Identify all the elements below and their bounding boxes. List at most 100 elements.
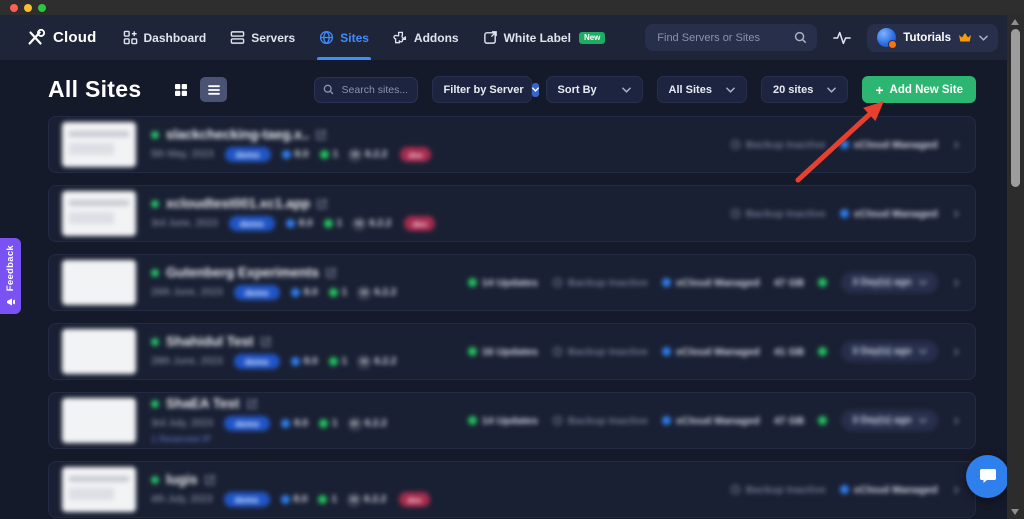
external-link-icon[interactable] [205,475,215,485]
tutorials-menu[interactable]: Tutorials [867,24,998,52]
list-view-button[interactable] [200,77,227,102]
site-name[interactable]: slackchecking-taeg.x.. [166,127,309,142]
wp-version-badge: W 6.2.2 [348,494,386,506]
health-dot [818,278,827,287]
chat-widget-button[interactable] [966,455,1009,498]
site-name[interactable]: lugis [166,472,198,487]
wp-version-badge: W 6.2.2 [358,356,396,368]
site-scope-dropdown[interactable]: All Sites [657,76,747,103]
managed-icon [662,416,671,425]
scroll-up-arrow[interactable] [1011,19,1019,25]
filter-dropdown-toggle [532,83,539,97]
site-row[interactable]: Gutenberg Experiments 26th June, 2023 de… [48,254,976,311]
user-avatar [877,28,896,47]
xcloud-logo[interactable]: Cloud [25,27,97,49]
sites-toolbar: All Sites Filter by Server Sort By All [0,60,1024,103]
updates-badge[interactable]: 14 Updates [468,277,538,289]
row-expand-chevron[interactable]: › [954,206,959,222]
row-expand-chevron[interactable]: › [954,344,959,360]
global-search-input[interactable] [655,31,788,45]
row-expand-chevron[interactable]: › [954,482,959,498]
global-search[interactable] [645,24,817,51]
last-activity-dropdown[interactable]: 3 Day(s) ago [841,272,937,293]
managed-badge: xCloud Managed [840,139,938,151]
scrollbar-thumb[interactable] [1011,29,1020,187]
row-expand-chevron[interactable]: › [954,413,959,429]
site-row[interactable]: ShaEA Test 3rd July, 2023 demo 8.0 1 [48,392,976,449]
updates-badge[interactable]: 16 Updates [468,346,538,358]
php-icon [286,219,295,228]
site-search-input[interactable] [340,83,409,97]
site-status-dot [151,200,159,208]
add-new-site-label: Add New Site [890,84,963,96]
scroll-down-arrow[interactable] [1011,509,1019,515]
external-link-icon[interactable] [247,399,257,409]
backup-icon [730,139,741,150]
managed-badge: xCloud Managed [840,484,938,496]
disk-usage: 47 GB [774,277,804,289]
nav-item-white-label[interactable]: White Label New [483,15,606,60]
env-badge[interactable]: demo [225,147,271,162]
page-size-dropdown[interactable]: 20 sites [761,76,848,103]
site-created-date: 26th June, 2023 [151,287,223,298]
external-link-icon[interactable] [317,199,327,209]
row-expand-chevron[interactable]: › [954,137,959,153]
minimize-window-button[interactable] [24,4,32,12]
xcloud-logo-icon [25,27,47,49]
flag-badge: dev [399,492,430,507]
activity-monitor-button[interactable] [833,30,851,46]
close-window-button[interactable] [10,4,18,12]
site-row[interactable]: xcloudtest001.xc1.app 3rd June, 2023 dem… [48,185,976,242]
nav-item-addons[interactable]: Addons [393,15,459,60]
site-info: slackchecking-taeg.x.. 5th May, 2023 dem… [151,127,431,162]
top-navbar: Cloud Dashboard Servers Sites [0,15,1024,60]
site-row[interactable]: lugis 4th July, 2023 demo 8.0 1 [48,461,976,518]
last-activity-dropdown[interactable]: 3 Day(s) ago [841,341,937,362]
chat-bubble-icon [978,468,998,486]
site-row[interactable]: Shahidul Test 28th June, 2023 demo 8.0 1 [48,323,976,380]
sort-by-dropdown[interactable]: Sort By [546,76,643,103]
external-link-icon[interactable] [326,268,336,278]
site-row-right: Backup Inactive xCloud Managed › [730,206,959,222]
feedback-button[interactable]: Feedback [0,238,21,314]
view-toggle [167,77,227,102]
site-search[interactable] [314,77,418,103]
nav-label: Sites [340,31,369,45]
backup-status: Backup Inactive [730,484,826,496]
managed-icon [662,278,671,287]
last-activity-dropdown[interactable]: 3 Day(s) ago [841,410,937,431]
chevron-down-icon [827,87,836,93]
grid-view-button[interactable] [167,77,194,102]
env-badge[interactable]: demo [224,416,270,431]
env-badge[interactable]: demo [224,492,270,507]
site-created-date: 5th May, 2023 [151,149,214,160]
external-link-icon[interactable] [316,130,326,140]
site-created-date: 4th July, 2023 [151,494,213,505]
flag-badge: dev [404,216,435,231]
ssl-badge: 1 [329,287,348,298]
scrollbar[interactable] [1007,15,1024,519]
filter-by-server-dropdown[interactable]: Filter by Server [432,76,532,103]
site-name[interactable]: xcloudtest001.xc1.app [166,196,310,211]
env-badge[interactable]: demo [234,285,280,300]
row-expand-chevron[interactable]: › [954,275,959,291]
env-badge[interactable]: demo [229,216,275,231]
nav-item-dashboard[interactable]: Dashboard [123,15,207,60]
site-name[interactable]: ShaEA Test [166,396,240,411]
crown-icon [958,32,972,43]
add-new-site-button[interactable]: + Add New Site [862,76,976,103]
backup-icon [730,208,741,219]
site-name[interactable]: Gutenberg Experiments [166,265,319,280]
site-row[interactable]: slackchecking-taeg.x.. 5th May, 2023 dem… [48,116,976,173]
maximize-window-button[interactable] [38,4,46,12]
wp-version-badge: W 6.2.2 [353,218,391,230]
env-badge[interactable]: demo [234,354,280,369]
site-row-content: Shahidul Test 28th June, 2023 demo 8.0 1 [49,324,975,379]
nav-item-sites[interactable]: Sites [319,15,369,60]
sort-label: Sort By [558,84,597,96]
updates-badge[interactable]: 14 Updates [468,415,538,427]
external-link-icon[interactable] [261,337,271,347]
site-info: lugis 4th July, 2023 demo 8.0 1 [151,472,430,507]
nav-item-servers[interactable]: Servers [230,15,295,60]
site-name[interactable]: Shahidul Test [166,334,254,349]
